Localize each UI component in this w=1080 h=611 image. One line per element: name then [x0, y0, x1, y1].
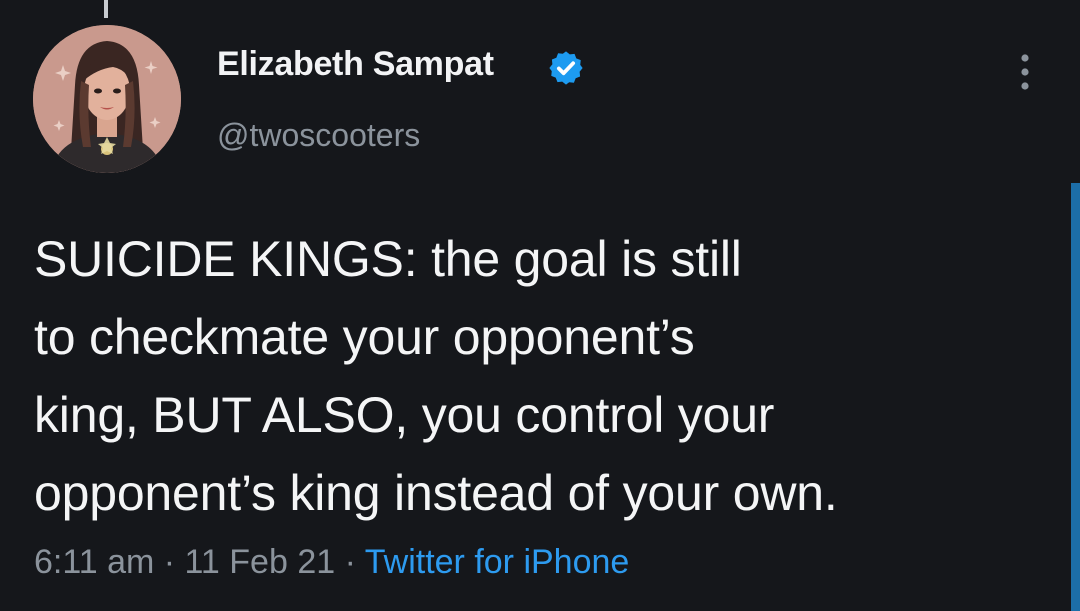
- user-handle[interactable]: @twoscooters: [217, 117, 420, 154]
- verified-badge-icon: [549, 51, 583, 85]
- meta-separator: ·: [335, 543, 365, 581]
- tweet-source-link[interactable]: Twitter for iPhone: [365, 543, 630, 581]
- display-name[interactable]: Elizabeth Sampat: [217, 45, 494, 84]
- meta-separator: ·: [154, 543, 185, 581]
- more-vertical-icon[interactable]: [1014, 52, 1036, 92]
- scrollbar[interactable]: [1071, 183, 1080, 611]
- avatar[interactable]: [33, 25, 181, 173]
- tweet-text: SUICIDE KINGS: the goal is still to chec…: [34, 231, 838, 521]
- tweet-metadata: 6:11 am · 11 Feb 21 · Twitter for iPhone: [34, 543, 629, 582]
- tweet-date[interactable]: 11 Feb 21: [185, 543, 336, 581]
- thread-connector-line: [104, 0, 108, 18]
- avatar-illustration: [33, 25, 181, 173]
- tweet-time: 6:11 am: [34, 543, 155, 581]
